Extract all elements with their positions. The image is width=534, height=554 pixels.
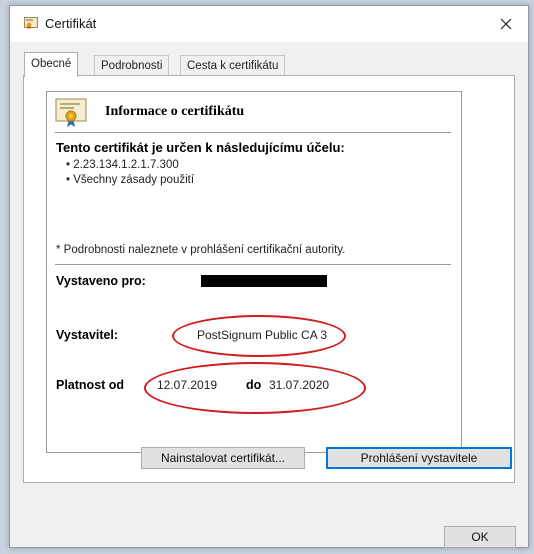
certificate-icon — [24, 17, 38, 29]
annotation-ellipse — [172, 315, 346, 357]
info-title: Informace o certifikátu — [105, 104, 245, 119]
certificate-info-box: Informace o certifikátu Tento certifikát… — [46, 91, 462, 453]
title-bar: Certifikát — [10, 6, 528, 42]
tab-general[interactable]: Obecné — [24, 52, 79, 77]
issuer-statement-button[interactable]: Prohlášení vystavitele — [326, 447, 512, 469]
tab-details[interactable]: Podrobnosti — [94, 55, 170, 76]
certificate-dialog: Certifikát Obecné Podrobnosti Cesta k ce… — [9, 5, 529, 548]
footnote: * Podrobnosti naleznete v prohlášení cer… — [56, 244, 346, 256]
purpose-item: • 2.23.134.1.2.1.7.300 — [66, 159, 179, 171]
issued-to-label: Vystaveno pro: — [56, 274, 146, 288]
close-icon[interactable] — [500, 18, 512, 30]
certificate-icon — [55, 98, 89, 128]
divider — [55, 132, 451, 133]
issuer-label: Vystavitel: — [56, 328, 119, 342]
redacted-value — [201, 275, 327, 287]
purpose-heading: Tento certifikát je určen k následujícím… — [56, 140, 345, 155]
tab-certification-path[interactable]: Cesta k certifikátu — [180, 55, 286, 76]
tab-panel-general: Informace o certifikátu Tento certifikát… — [23, 75, 515, 483]
purpose-item: • Všechny zásady použití — [66, 174, 195, 186]
close-button[interactable] — [484, 6, 528, 42]
window-title: Certifikát — [45, 16, 97, 31]
annotation-ellipse — [144, 362, 366, 414]
divider — [55, 264, 451, 265]
ok-button[interactable]: OK — [444, 526, 516, 548]
validity-from-label: Platnost od — [56, 378, 125, 392]
install-certificate-button[interactable]: Nainstalovat certifikát... — [141, 447, 305, 469]
